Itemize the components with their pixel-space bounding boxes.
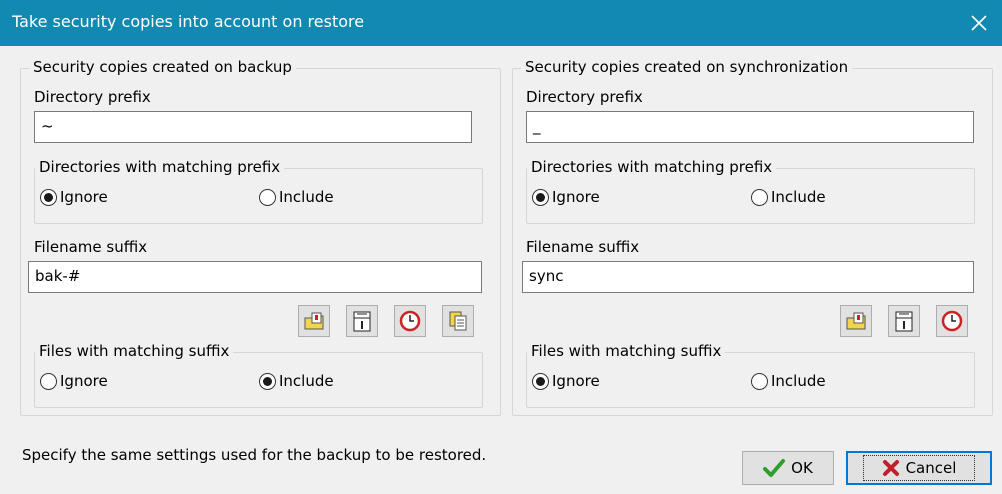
backup-dir-include-label: Include [279, 188, 334, 206]
sync-suffix-input[interactable]: sync [522, 261, 974, 293]
radio-unselected-icon [751, 188, 768, 206]
backup-group-legend: Security copies created on backup [29, 58, 296, 76]
backup-files-include-label: Include [279, 372, 334, 390]
radio-selected-icon [532, 372, 549, 390]
sync-files-ignore-radio[interactable]: Ignore [532, 372, 600, 390]
ok-button[interactable]: OK [742, 451, 834, 485]
radio-selected-icon [532, 188, 549, 206]
radio-unselected-icon [259, 188, 276, 206]
sync-dir-include-radio[interactable]: Include [751, 188, 826, 206]
radio-unselected-icon [751, 372, 768, 390]
backup-files-include-radio[interactable]: Include [259, 372, 334, 390]
sync-files-matching-legend: Files with matching suffix [527, 342, 726, 360]
backup-suffix-input[interactable]: bak-# [28, 261, 482, 293]
sync-files-include-label: Include [771, 372, 826, 390]
backup-dir-prefix-label: Directory prefix [34, 88, 151, 106]
radio-selected-icon [40, 188, 57, 206]
ok-label: OK [791, 459, 813, 477]
sync-dir-prefix-label: Directory prefix [526, 88, 643, 106]
sync-dir-matching-legend: Directories with matching prefix [527, 158, 777, 176]
title-bar: Take security copies into account on res… [0, 0, 1002, 46]
clock-icon[interactable] [394, 305, 426, 337]
backup-dir-matching-legend: Directories with matching prefix [35, 158, 285, 176]
backup-dir-ignore-label: Ignore [60, 188, 108, 206]
cancel-button[interactable]: Cancel [846, 451, 992, 485]
backup-files-ignore-label: Ignore [60, 372, 108, 390]
cancel-label: Cancel [905, 459, 957, 477]
sync-files-include-radio[interactable]: Include [751, 372, 826, 390]
sync-dir-ignore-label: Ignore [552, 188, 600, 206]
window-title: Take security copies into account on res… [12, 12, 365, 31]
sync-suffix-label: Filename suffix [526, 238, 640, 256]
sync-files-ignore-label: Ignore [552, 372, 600, 390]
copy-icon[interactable] [442, 305, 474, 337]
cancel-focus-ring: Cancel [862, 455, 976, 481]
sync-group-legend: Security copies created on synchronizati… [521, 58, 853, 76]
folder-date-icon[interactable] [298, 305, 330, 337]
clock-icon[interactable] [936, 305, 968, 337]
check-icon [763, 459, 786, 477]
backup-dir-prefix-input[interactable]: ~ [34, 111, 472, 143]
backup-dir-ignore-radio[interactable]: Ignore [40, 188, 108, 206]
radio-unselected-icon [40, 372, 57, 390]
sync-dir-include-label: Include [771, 188, 826, 206]
hint-text: Specify the same settings used for the b… [22, 446, 487, 464]
calendar-icon[interactable] [888, 305, 920, 337]
calendar-icon[interactable] [346, 305, 378, 337]
x-icon [882, 460, 899, 476]
backup-dir-include-radio[interactable]: Include [259, 188, 334, 206]
backup-files-ignore-radio[interactable]: Ignore [40, 372, 108, 390]
sync-dir-ignore-radio[interactable]: Ignore [532, 188, 600, 206]
folder-date-icon[interactable] [840, 305, 872, 337]
sync-dir-prefix-input[interactable]: _ [526, 111, 974, 143]
close-icon[interactable] [956, 0, 1002, 46]
radio-selected-icon [259, 372, 276, 390]
backup-suffix-label: Filename suffix [34, 238, 148, 256]
backup-files-matching-legend: Files with matching suffix [35, 342, 234, 360]
